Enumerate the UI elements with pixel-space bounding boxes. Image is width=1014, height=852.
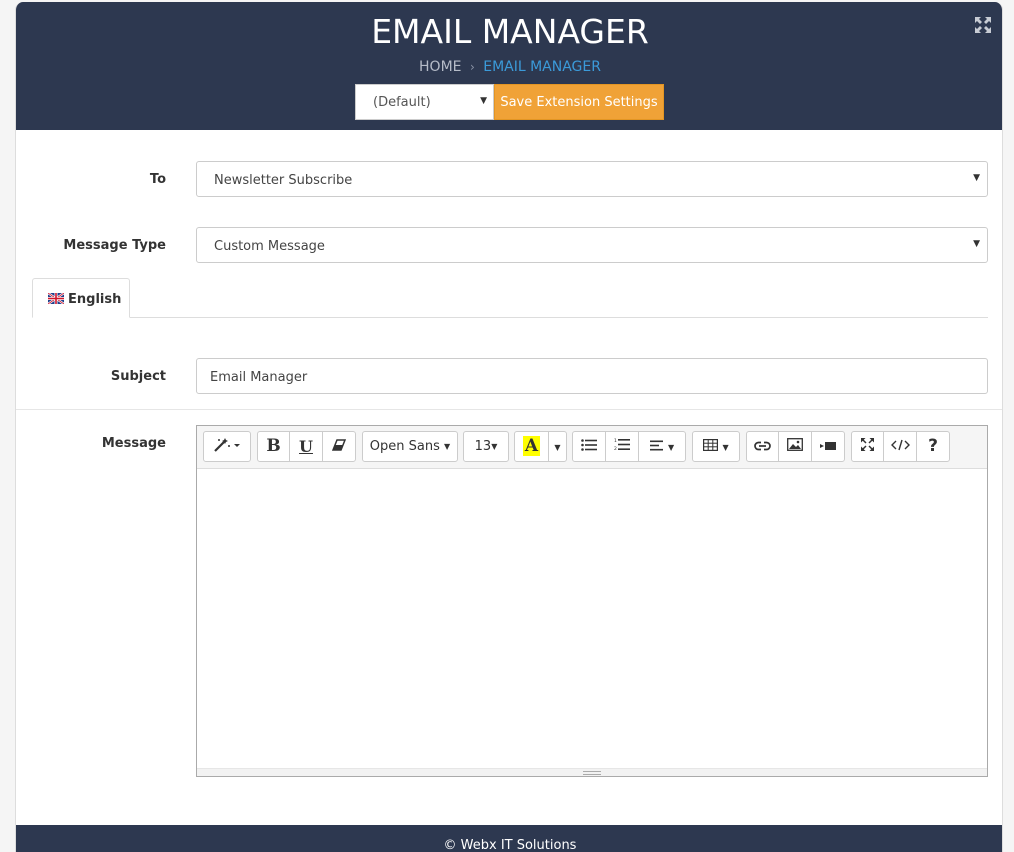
caret-down-icon: ▼ (722, 443, 729, 452)
caret-down-icon: ▼ (667, 443, 675, 452)
to-select-value: Newsletter Subscribe (214, 173, 353, 188)
link-icon (754, 441, 771, 451)
store-select[interactable]: (Default) ▼ (355, 84, 494, 120)
subject-input[interactable]: Email Manager (196, 358, 988, 394)
editor-resize-handle[interactable] (197, 768, 987, 776)
tabs-divider (32, 317, 988, 318)
breadcrumb: HOME › EMAIL MANAGER (16, 59, 1002, 75)
uk-flag-icon (48, 293, 64, 304)
font-family-dropdown[interactable]: Open Sans ▼ (362, 431, 458, 462)
ordered-list-button[interactable]: 1 2 (605, 431, 639, 462)
picture-icon (787, 438, 803, 451)
save-extension-settings-button[interactable]: Save Extension Settings (494, 84, 664, 120)
text-color-dropdown[interactable]: ▼ (548, 431, 567, 462)
insert-picture-button[interactable] (778, 431, 812, 462)
magic-wand-icon (214, 438, 240, 452)
grip-icon (583, 771, 601, 775)
code-view-button[interactable] (883, 431, 917, 462)
page-footer: © Webx IT Solutions (16, 825, 1002, 852)
main-panel: EMAIL MANAGER HOME › EMAIL MANAGER (Defa… (15, 2, 1003, 852)
to-select[interactable]: Newsletter Subscribe ▼ (196, 161, 988, 197)
caret-down-icon: ▼ (973, 239, 980, 249)
caret-down-icon: ▼ (480, 96, 487, 106)
text-color-button[interactable]: A (514, 431, 549, 462)
font-size-value: 13 (474, 439, 492, 454)
caret-down-icon: ▼ (554, 443, 561, 452)
bold-button[interactable]: B (257, 431, 290, 462)
message-label: Message (101, 436, 166, 451)
page-header: EMAIL MANAGER HOME › EMAIL MANAGER (Defa… (16, 2, 1002, 130)
svg-text:2: 2 (614, 446, 617, 451)
svg-text:1: 1 (614, 438, 617, 444)
table-icon (703, 439, 719, 452)
video-icon (820, 442, 836, 450)
eraser-icon (331, 439, 347, 451)
insert-link-button[interactable] (746, 431, 779, 462)
style-dropdown-button[interactable] (203, 431, 251, 462)
caret-down-icon: ▼ (973, 173, 980, 183)
clear-format-button[interactable] (322, 431, 356, 462)
editor-fullscreen-button[interactable] (851, 431, 884, 462)
breadcrumb-separator: › (469, 60, 475, 74)
code-icon (890, 439, 910, 451)
list-ol-icon: 1 2 (614, 438, 630, 452)
help-button[interactable]: ? (916, 431, 950, 462)
page-title: EMAIL MANAGER (371, 12, 649, 51)
align-left-icon (649, 440, 663, 451)
editor-toolbar: B U Open Sans ▼ 13▼ A ▼ 1 2 ▼ ▼ ? (197, 426, 987, 469)
store-select-value: (Default) (373, 95, 431, 110)
to-label: To (149, 172, 166, 187)
text-color-letter: A (522, 436, 541, 456)
unordered-list-button[interactable] (572, 431, 606, 462)
breadcrumb-current[interactable]: EMAIL MANAGER (483, 59, 601, 75)
help-icon: ? (928, 436, 938, 456)
subject-label: Subject (110, 369, 166, 384)
table-dropdown[interactable]: ▼ (692, 431, 740, 462)
tab-english[interactable]: English (32, 278, 130, 318)
insert-video-button[interactable] (811, 431, 845, 462)
message-editor[interactable]: B U Open Sans ▼ 13▼ A ▼ 1 2 ▼ ▼ ? (196, 425, 988, 777)
subject-input-value: Email Manager (210, 370, 308, 385)
underline-button[interactable]: U (289, 431, 323, 462)
fullscreen-icon[interactable] (974, 16, 992, 34)
expand-icon (861, 438, 874, 451)
message-type-select-value: Custom Message (214, 239, 325, 254)
section-divider (16, 409, 1002, 410)
tab-english-label: English (68, 292, 122, 307)
caret-down-icon: ▼ (444, 442, 451, 451)
caret-down-icon: ▼ (491, 442, 498, 451)
message-type-label: Message Type (63, 238, 166, 253)
message-type-select[interactable]: Custom Message ▼ (196, 227, 988, 263)
font-size-dropdown[interactable]: 13▼ (463, 431, 509, 462)
paragraph-align-dropdown[interactable]: ▼ (638, 431, 686, 462)
list-ul-icon (581, 439, 597, 451)
font-family-value: Open Sans (369, 439, 440, 454)
breadcrumb-home[interactable]: HOME (419, 59, 461, 75)
